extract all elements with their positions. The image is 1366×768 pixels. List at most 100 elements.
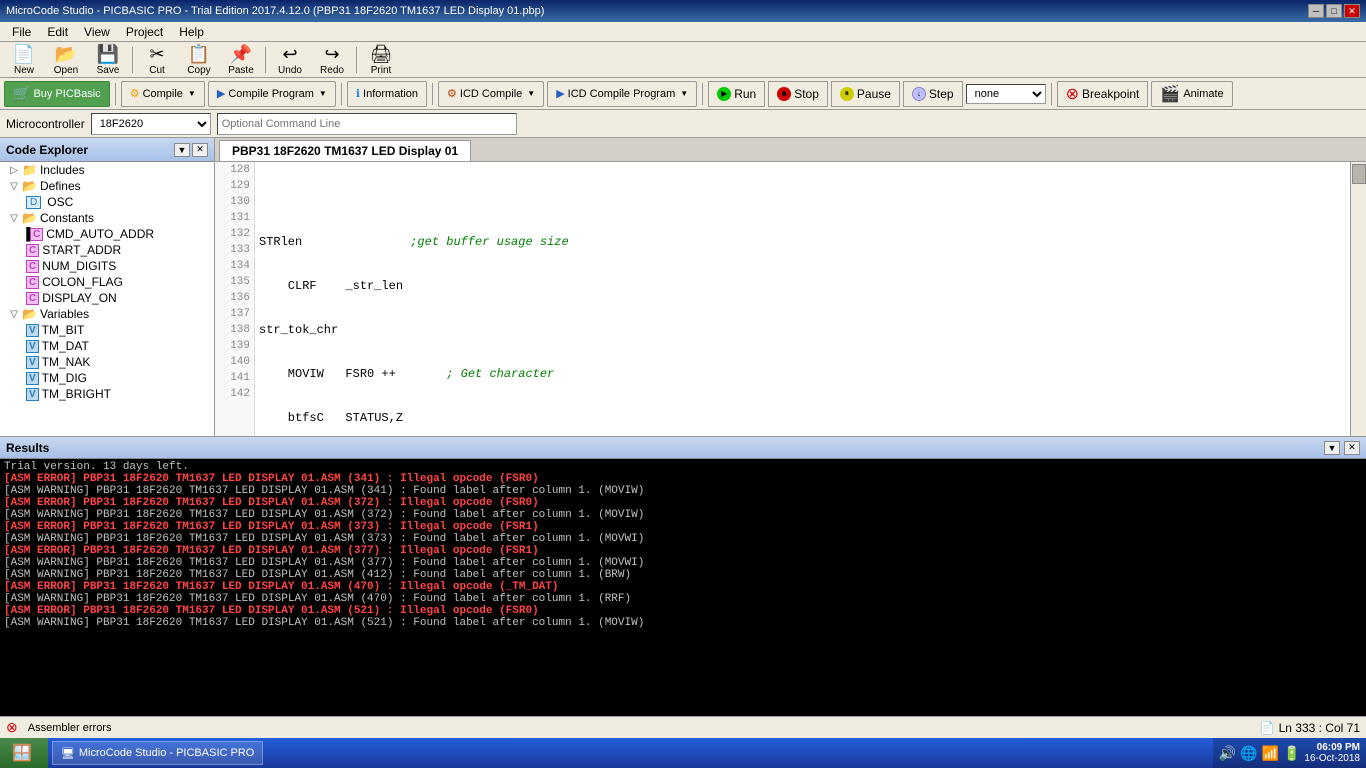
code-explorer-dropdown-btn[interactable]: ▼ [174,143,190,157]
line-num-134: 134 [215,258,254,274]
breakpoint-icon: ⊗ [1066,84,1079,104]
clock-date: 16-Oct-2018 [1304,753,1360,764]
open-icon: 📂 [55,44,77,65]
breakpoint-button[interactable]: ⊗ Breakpoint [1057,81,1149,107]
result-line-4: [ASM WARNING] PBP31 18F2620 TM1637 LED D… [4,509,1362,521]
tree-node-display-on[interactable]: C DISPLAY_ON [0,290,214,306]
tree-node-start-addr[interactable]: C START_ADDR [0,242,214,258]
results-dropdown-btn[interactable]: ▼ [1324,441,1340,455]
result-line-1: [ASM ERROR] PBP31 18F2620 TM1637 LED DIS… [4,473,1362,485]
animate-icon: 🎬 [1160,84,1180,104]
copy-button[interactable]: 📋 Copy [179,45,219,75]
compile-dropdown-arrow: ▼ [188,89,196,98]
maximize-button[interactable]: □ [1326,4,1342,18]
tm-bright-icon: V [26,388,39,401]
result-line-12: [ASM ERROR] PBP31 18F2620 TM1637 LED DIS… [4,605,1362,617]
copy-icon: 📋 [188,44,210,65]
variables-label: Variables [40,307,89,321]
cut-button[interactable]: ✂ Cut [137,45,177,75]
new-button[interactable]: 📄 New [4,45,44,75]
information-button[interactable]: ℹ Information [347,81,427,107]
code-line-132: MOVIW FSR0 ++ ; Get character [259,366,1346,382]
tree-node-tm-bright[interactable]: V TM_BRIGHT [0,386,214,402]
taskbar-app-microcode[interactable]: 🖥 MicroCode Studio - PICBASIC PRO [52,741,263,765]
tree-node-colon-flag[interactable]: C COLON_FLAG [0,274,214,290]
tree-node-cmd-auto-addr[interactable]: ▐ C CMD_AUTO_ADDR [0,226,214,242]
buy-picbasic-button[interactable]: 🛒 Buy PICBasic [4,81,110,107]
tm-dat-icon: V [26,340,39,353]
start-button[interactable]: 🪟 [0,738,48,768]
editor-scrollbar[interactable] [1350,162,1366,436]
display-on-icon: C [26,292,39,305]
code-line-128 [259,190,1346,206]
result-line-9: [ASM WARNING] PBP31 18F2620 TM1637 LED D… [4,569,1362,581]
close-button[interactable]: ✕ [1344,4,1360,18]
compile-program-button[interactable]: ▶ Compile Program ▼ [208,81,336,107]
menu-file[interactable]: File [4,23,39,41]
compile-button[interactable]: ⚙ Compile ▼ [121,81,205,107]
includes-toggle[interactable]: ▷ [6,165,22,176]
print-button[interactable]: 🖨 Print [361,45,401,75]
variables-toggle[interactable]: ▽ [6,309,22,320]
num-digits-icon: C [26,260,39,273]
minimize-button[interactable]: ─ [1308,4,1324,18]
print-icon: 🖨 [370,44,393,65]
tree-node-osc[interactable]: D OSC [0,194,214,210]
menu-view[interactable]: View [76,23,118,41]
tb2-sep-3 [432,83,433,105]
icd-compile-program-button[interactable]: ▶ ICD Compile Program ▼ [547,81,697,107]
assembler-errors-text: Assembler errors [28,722,112,734]
open-button[interactable]: 📂 Open [46,45,86,75]
tree-node-num-digits[interactable]: C NUM_DIGITS [0,258,214,274]
tm-nak-label: TM_NAK [42,355,91,369]
mc-bar: Microcontroller 18F2620 [0,110,1366,138]
line-num-130: 130 [215,194,254,210]
undo-button[interactable]: ↩ Undo [270,45,310,75]
results-close-btn[interactable]: ✕ [1344,441,1360,455]
tree-node-constants[interactable]: ▽ 📂 Constants [0,210,214,226]
save-button[interactable]: 💾 Save [88,45,128,75]
tree-node-tm-nak[interactable]: V TM_NAK [0,354,214,370]
code-line-133: btfsC STATUS,Z [259,410,1346,426]
none-select[interactable]: none [966,84,1046,104]
stop-icon: ■ [777,87,791,101]
tm-nak-icon: V [26,356,39,369]
tree-node-tm-dig[interactable]: V TM_DIG [0,370,214,386]
tb2-sep-2 [341,83,342,105]
display-on-label: DISPLAY_ON [42,291,116,305]
tree-node-variables[interactable]: ▽ 📂 Variables [0,306,214,322]
result-line-6: [ASM WARNING] PBP31 18F2620 TM1637 LED D… [4,533,1362,545]
redo-button[interactable]: ↪ Redo [312,45,352,75]
tm-dat-label: TM_DAT [42,339,89,353]
code-content[interactable]: STRlen ;get buffer usage size CLRF _str_… [255,162,1350,436]
compile-program-icon: ▶ [217,87,225,100]
taskbar-right: 🔊 🌐 📶 🔋 06:09 PM 16-Oct-2018 [1213,738,1366,768]
menu-project[interactable]: Project [118,23,171,41]
mc-select[interactable]: 18F2620 [91,113,211,135]
animate-button[interactable]: 🎬 Animate [1151,81,1232,107]
paste-button[interactable]: 📌 Paste [221,45,261,75]
run-button[interactable]: ▶ Run [708,81,765,107]
title-bar-controls: ─ □ ✕ [1308,4,1360,18]
tree-node-tm-bit[interactable]: V TM_BIT [0,322,214,338]
taskbar: 🪟 🖥 MicroCode Studio - PICBASIC PRO 🔊 🌐 … [0,738,1366,768]
toolbar2: 🛒 Buy PICBasic ⚙ Compile ▼ ▶ Compile Pro… [0,78,1366,110]
menu-help[interactable]: Help [171,23,212,41]
results-content[interactable]: Trial version. 13 days left. [ASM ERROR]… [0,459,1366,716]
pause-button[interactable]: ⏸ Pause [831,81,900,107]
optional-cmd-input[interactable] [217,113,517,135]
code-explorer-close-btn[interactable]: ✕ [192,143,208,157]
icd-compile-button[interactable]: ⚙ ICD Compile ▼ [438,81,544,107]
menu-edit[interactable]: Edit [39,23,76,41]
constants-toggle[interactable]: ▽ [6,213,22,224]
save-icon: 💾 [97,44,119,65]
step-button[interactable]: ↓ Step [903,81,963,107]
tree-node-includes[interactable]: ▷ 📁 Includes [0,162,214,178]
osc-label: OSC [47,195,73,209]
code-explorer-title: Code Explorer [6,143,88,157]
tree-node-defines[interactable]: ▽ 📂 Defines [0,178,214,194]
main-tab[interactable]: PBP31 18F2620 TM1637 LED Display 01 [219,140,471,161]
tree-node-tm-dat[interactable]: V TM_DAT [0,338,214,354]
defines-toggle[interactable]: ▽ [6,181,22,192]
stop-button[interactable]: ■ Stop [768,81,828,107]
